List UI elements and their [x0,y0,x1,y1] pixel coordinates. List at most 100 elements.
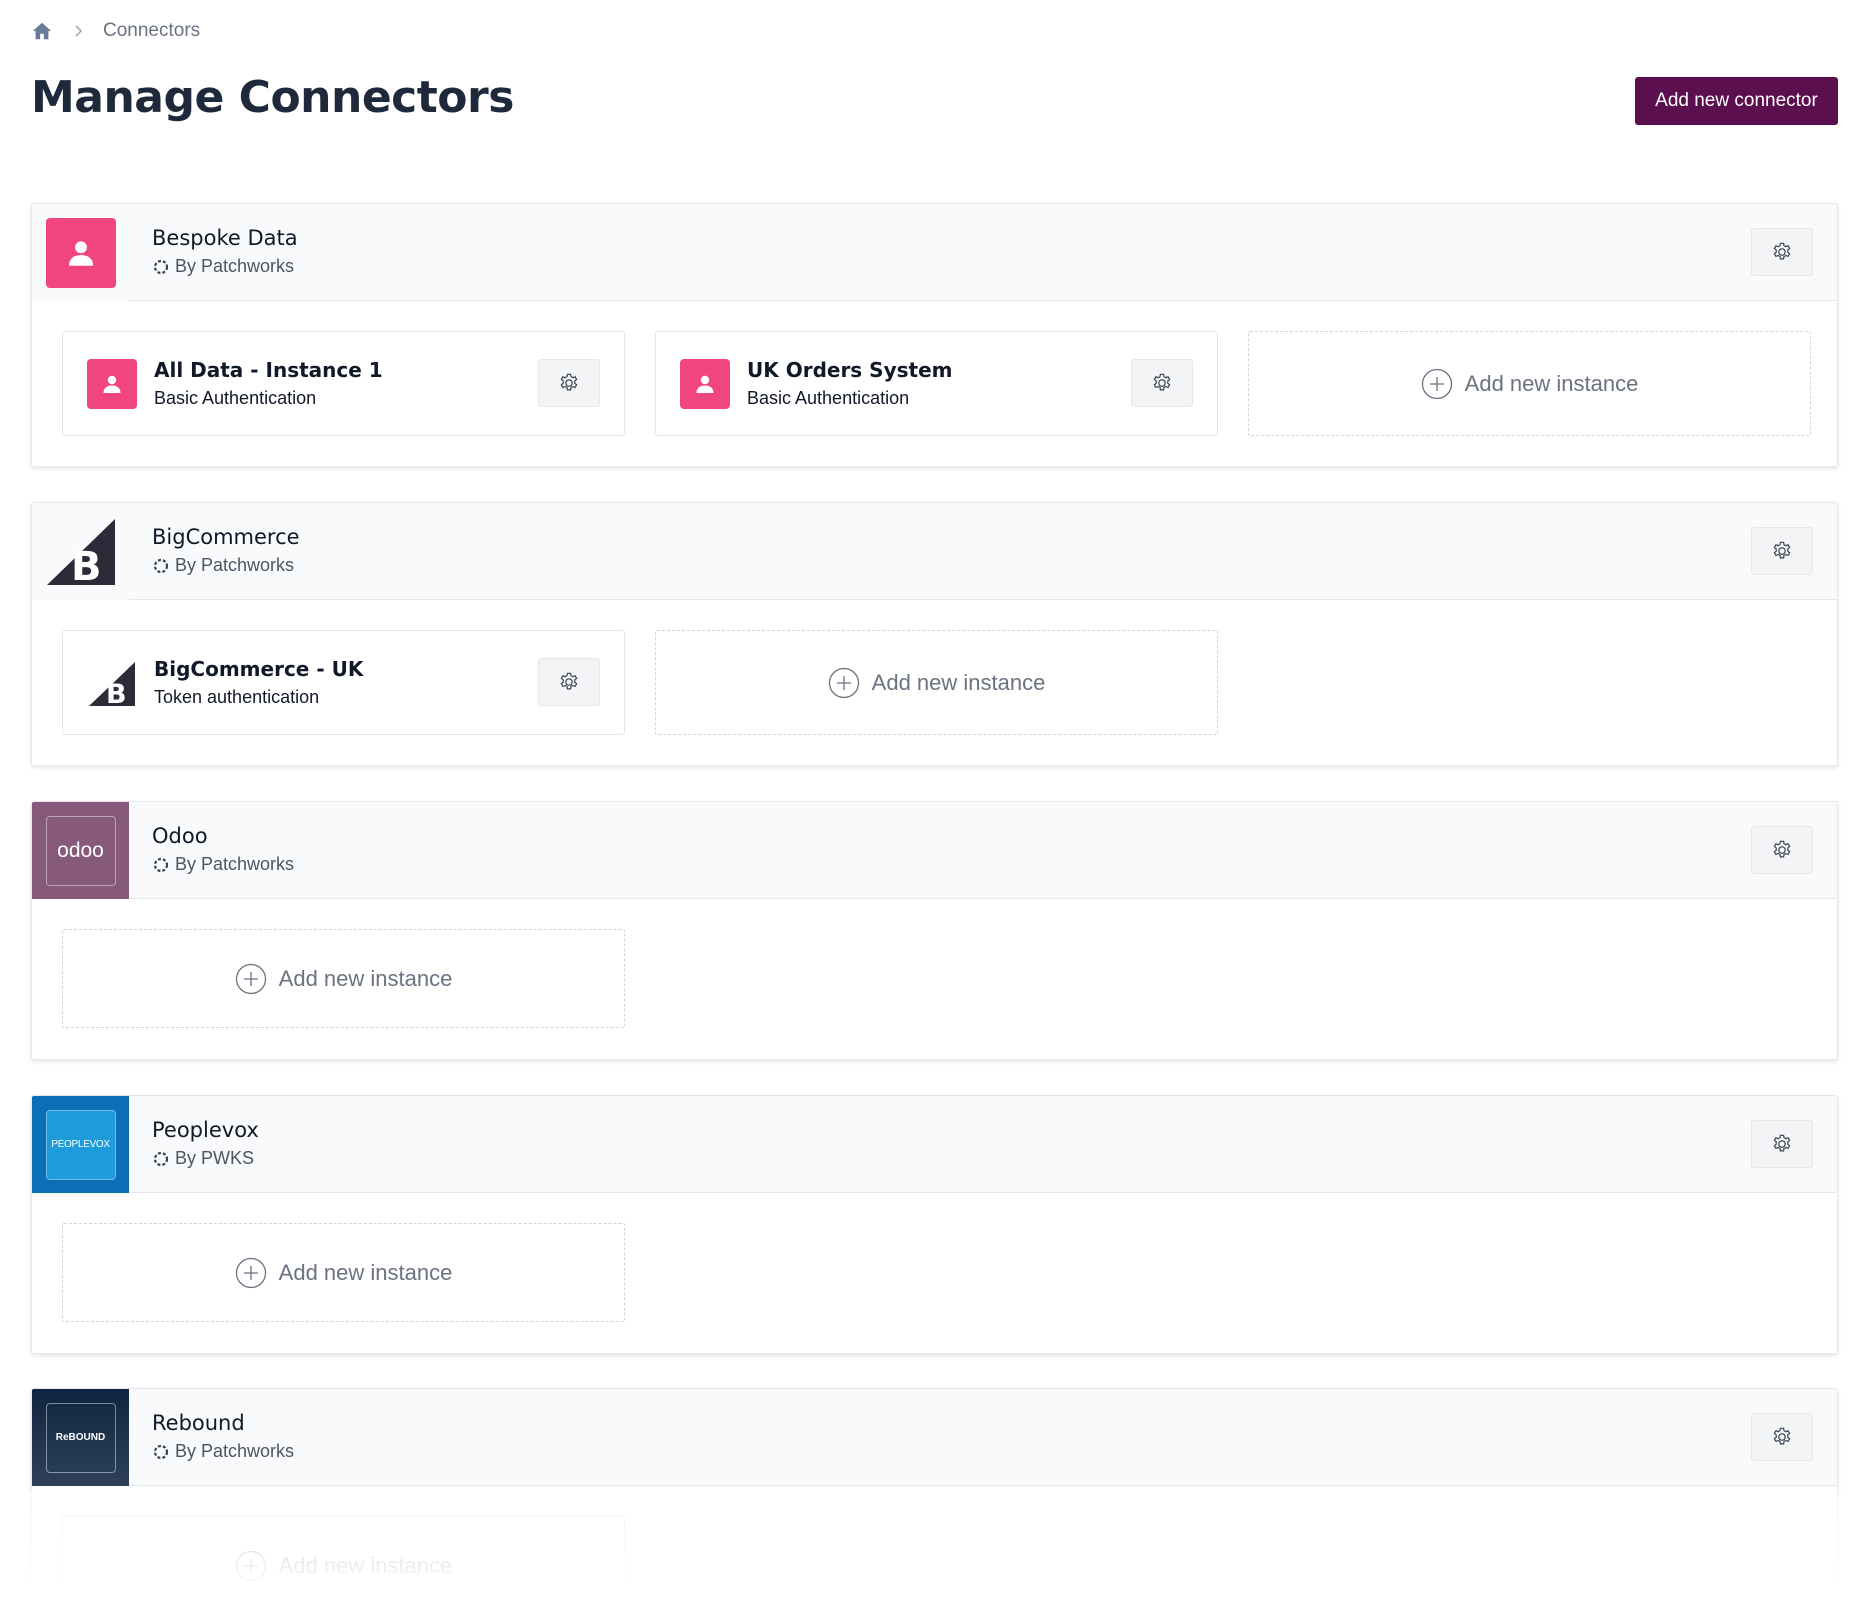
connector-header: PEOPLEVOX Peoplevox By PWKS [32,1096,1837,1193]
breadcrumb-current[interactable]: Connectors [103,20,200,42]
patchworks-icon [153,1444,169,1459]
instance-auth: Basic Authentication [747,388,910,408]
bigcommerce-logo: B [87,658,137,708]
odoo-logo-text: odoo [57,838,104,862]
connector-name: Odoo [152,824,208,848]
add-instance-label: Add new instance [1464,370,1639,396]
connector-card: ReBOUND Rebound By Patchworks Add new in… [31,1388,1838,1622]
connector-name: Peoplevox [152,1118,259,1142]
instances-list: Add new instance [32,1486,1837,1622]
connector-logo: odoo [32,802,129,899]
add-instance-button[interactable]: Add new instance [62,929,625,1028]
page-title: Manage Connectors [31,72,514,123]
peoplevox-logo: PEOPLEVOX [45,1109,116,1180]
connector-header: odoo Odoo By Patchworks [32,802,1837,899]
connector-logo: PEOPLEVOX [32,1096,129,1193]
add-instance-button[interactable]: Add new instance [62,1516,625,1615]
add-instance-button[interactable]: Add new instance [655,630,1218,735]
connector-author: By Patchworks [152,555,294,576]
gear-icon [560,672,578,690]
instance-auth: Token authentication [154,687,320,707]
instance-card[interactable]: All Data - Instance 1 Basic Authenticati… [62,331,625,436]
connector-name: Bespoke Data [152,226,298,250]
connector-author-text: By Patchworks [175,555,295,575]
svg-text:B: B [71,544,102,587]
plus-circle-icon [235,963,266,994]
connector-header: B BigCommerce By Patchworks [32,503,1837,600]
instances-list: Add new instance [32,1193,1837,1353]
instance-auth: Basic Authentication [154,388,317,408]
connector-name: BigCommerce [152,525,300,549]
page: Connectors Manage Connectors Add new con… [0,0,1862,1622]
connector-author-text: By Patchworks [175,854,295,874]
add-instance-label: Add new instance [278,1552,453,1578]
add-instance-button[interactable]: Add new instance [62,1223,625,1322]
instance-name: BigCommerce - UK [154,657,364,681]
connector-author: By Patchworks [152,1441,294,1462]
connector-author: By Patchworks [152,854,294,875]
instances-list: Add new instance [32,899,1837,1059]
chevron-right-icon [71,24,85,38]
person-icon [45,217,116,288]
plus-circle-icon [828,667,859,698]
plus-circle-icon [235,1257,266,1288]
connector-card: B BigCommerce By Patchworks B BigCommerc… [31,502,1838,766]
home-icon[interactable] [31,20,53,42]
add-connector-button[interactable]: Add new connector [1635,77,1838,125]
connector-author: By PWKS [152,1148,254,1169]
add-instance-button[interactable]: Add new instance [1248,331,1811,436]
person-icon [680,359,730,409]
patchworks-icon [153,558,169,573]
svg-text:B: B [106,679,127,708]
connector-name: Rebound [152,1411,245,1435]
gear-icon [1773,840,1791,858]
connector-settings-button[interactable] [1751,1120,1813,1168]
gear-icon [560,373,578,391]
bigcommerce-logo: B [46,518,115,587]
gear-icon [1773,1427,1791,1445]
connector-author-text: By Patchworks [175,1441,295,1461]
odoo-logo: odoo [45,815,116,886]
connector-card: Bespoke Data By Patchworks All Data - In… [31,203,1838,467]
connector-settings-button[interactable] [1751,1413,1813,1461]
gear-icon [1773,1134,1791,1152]
connector-author-text: By PWKS [175,1148,255,1168]
connector-author-text: By Patchworks [175,256,295,276]
add-instance-label: Add new instance [278,1259,453,1285]
connector-settings-button[interactable] [1751,826,1813,874]
connector-logo: B [32,503,129,600]
connector-settings-button[interactable] [1751,527,1813,575]
instance-name: All Data - Instance 1 [154,358,383,382]
add-instance-label: Add new instance [278,965,453,991]
plus-circle-icon [1421,368,1452,399]
connector-header: Bespoke Data By Patchworks [32,204,1837,301]
connector-card: odoo Odoo By Patchworks Add new instance [31,801,1838,1060]
peoplevox-logo-text: PEOPLEVOX [51,1139,110,1150]
instance-settings-button[interactable] [538,658,600,706]
connector-card: PEOPLEVOX Peoplevox By PWKS Add new inst… [31,1095,1838,1354]
patchworks-icon [153,259,169,274]
connector-logo: ReBOUND [32,1389,129,1486]
gear-icon [1773,541,1791,559]
connector-author: By Patchworks [152,256,294,277]
instance-name: UK Orders System [747,358,953,382]
instances-list: All Data - Instance 1 Basic Authenticati… [32,301,1837,466]
instance-card[interactable]: B BigCommerce - UK Token authentication [62,630,625,735]
person-icon [87,359,137,409]
rebound-logo: ReBOUND [45,1402,116,1473]
plus-circle-icon [235,1550,266,1581]
instance-settings-button[interactable] [538,359,600,407]
breadcrumb: Connectors [31,19,200,43]
instance-card[interactable]: UK Orders System Basic Authentication [655,331,1218,436]
rebound-logo-text: ReBOUND [55,1432,106,1443]
instances-list: B BigCommerce - UK Token authentication … [32,600,1837,765]
connector-logo [32,204,129,301]
connector-header: ReBOUND Rebound By Patchworks [32,1389,1837,1486]
add-instance-label: Add new instance [871,669,1046,695]
gear-icon [1773,242,1791,260]
gear-icon [1153,373,1171,391]
patchworks-icon [153,1151,169,1166]
instance-settings-button[interactable] [1131,359,1193,407]
connector-settings-button[interactable] [1751,228,1813,276]
patchworks-icon [153,857,169,872]
